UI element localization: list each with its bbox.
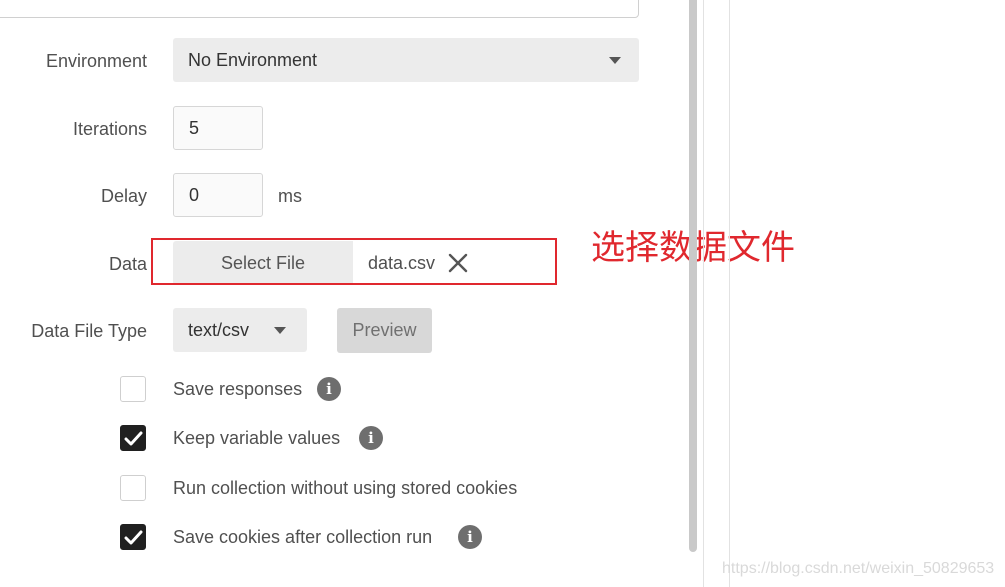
preview-button[interactable]: Preview [337,308,432,353]
save-responses-label: Save responses [173,379,303,399]
environment-selected-value: No Environment [188,50,318,70]
checkmark-icon [124,530,143,545]
delay-unit: ms [278,186,302,206]
delay-label: Delay [100,186,147,206]
info-icon[interactable]: i [317,377,341,401]
keep-variable-values-label: Keep variable values [173,428,341,448]
environment-select[interactable]: No Environment [173,38,639,82]
keep-variable-values-checkbox[interactable] [120,425,146,451]
collection-runner-panel: Environment No Environment Iterations 5 … [0,0,1005,587]
data-label: Data [108,254,147,274]
run-without-cookies-checkbox[interactable] [120,475,146,501]
chevron-down-icon [609,57,621,64]
watermark: https://blog.csdn.net/weixin_50829653 [722,560,995,577]
checkmark-icon [124,431,143,446]
save-cookies-label: Save cookies after collection run [173,527,433,547]
panel-divider [703,0,704,587]
delay-input[interactable]: 0 [173,173,263,217]
info-icon[interactable]: i [458,525,482,549]
panel-divider [729,0,730,587]
chevron-down-icon [274,327,286,334]
save-cookies-checkbox[interactable] [120,524,146,550]
data-file-type-label: Data File Type [31,321,147,341]
vertical-scrollbar[interactable] [689,0,697,552]
environment-label: Environment [45,51,147,71]
data-file-type-selected-value: text/csv [188,320,250,340]
iterations-input[interactable]: 5 [173,106,263,150]
save-responses-checkbox[interactable] [120,376,146,402]
annotation-highlight-box [151,238,557,285]
data-file-type-select[interactable]: text/csv [173,308,307,352]
run-without-cookies-label: Run collection without using stored cook… [173,478,518,498]
top-input-box[interactable] [0,0,639,18]
iterations-label: Iterations [72,119,147,139]
info-icon[interactable]: i [359,426,383,450]
